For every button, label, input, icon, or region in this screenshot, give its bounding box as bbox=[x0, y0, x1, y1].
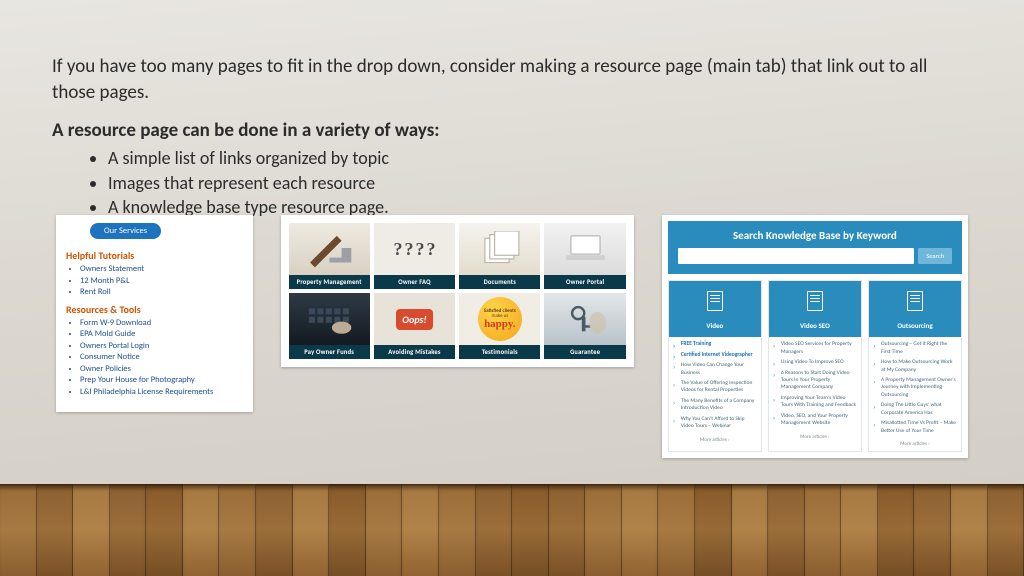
tile-image-documents-icon bbox=[459, 223, 540, 275]
tile: Guarantee bbox=[544, 293, 625, 359]
link-item: EPA Mold Guide bbox=[80, 329, 243, 340]
tile-label: Avoiding Mistakes bbox=[374, 345, 455, 359]
kb-column: Video SEO Video SEO Services for Propert… bbox=[768, 280, 862, 452]
subhead: A resource page can be done in a variety… bbox=[52, 119, 972, 142]
kb-article: Outsourcing – Get it Right the First Tim… bbox=[873, 341, 957, 356]
group-title: Resources & Tools bbox=[66, 303, 243, 316]
tile-grid: Property Management ???? Owner FAQ Docum… bbox=[289, 223, 626, 359]
example-image-tiles: Property Management ???? Owner FAQ Docum… bbox=[281, 215, 634, 367]
link-item: Rent Roll bbox=[80, 287, 243, 298]
kb-article: 6 Reasons to Start Doing Video Tours In … bbox=[773, 370, 857, 392]
tile: Documents bbox=[459, 223, 540, 289]
example-knowledge-base: Search Knowledge Base by Keyword Search … bbox=[662, 215, 968, 458]
document-icon bbox=[707, 291, 723, 311]
kb-column: Video FREE Training Certified Internet V… bbox=[668, 280, 762, 452]
badge-text: happy. bbox=[484, 319, 516, 330]
tile-label: Property Management bbox=[289, 275, 370, 289]
group-list: Form W-9 Download EPA Mold Guide Owners … bbox=[80, 318, 243, 398]
kb-columns: Video FREE Training Certified Internet V… bbox=[668, 280, 962, 452]
tile: Owner Portal bbox=[544, 223, 625, 289]
kb-article-list: FREE Training Certified Internet Videogr… bbox=[673, 341, 757, 430]
link-item: L&I Philadelphia License Requirements bbox=[80, 387, 243, 398]
tile-label: Owner FAQ bbox=[374, 275, 455, 289]
link-item: Owners Statement bbox=[80, 264, 243, 275]
kb-article: A Property Management Owner's Journey wi… bbox=[873, 377, 957, 399]
kb-more: More articles › bbox=[869, 441, 961, 447]
text-block: If you have too many pages to fit in the… bbox=[52, 54, 972, 219]
ways-list: A simple list of links organized by topi… bbox=[108, 146, 972, 219]
kb-article: How to Make Outsourcing Work at My Compa… bbox=[873, 359, 957, 374]
kb-article-list: Outsourcing – Get it Right the First Tim… bbox=[873, 341, 957, 435]
way-item: Images that represent each resource bbox=[108, 171, 972, 195]
kb-col-title: Video bbox=[706, 321, 723, 330]
tile: Pay Owner Funds bbox=[289, 293, 370, 359]
oops-badge: Oops! bbox=[396, 309, 432, 330]
kb-search-input bbox=[678, 248, 915, 264]
tile-image-happy-badge-icon: Satisfied clients make us happy. bbox=[459, 293, 540, 345]
tile-label: Testimonials bbox=[459, 345, 540, 359]
link-item: Consumer Notice bbox=[80, 352, 243, 363]
kb-article: Video, SEO, and Your Property Management… bbox=[773, 413, 857, 428]
kb-col-header: Video SEO bbox=[769, 281, 861, 337]
kb-article: Using Video To Improve SEO bbox=[773, 359, 857, 366]
kb-column: Outsourcing Outsourcing – Get it Right t… bbox=[868, 280, 962, 452]
kb-article: FREE Training bbox=[673, 341, 757, 348]
kb-col-title: Outsourcing bbox=[897, 321, 932, 330]
kb-article: Misallotted Time Vs Profit – Make Better… bbox=[873, 420, 957, 435]
kb-article: Why You Can't Afford to Skip Video Tours… bbox=[673, 416, 757, 431]
kb-search: Search bbox=[678, 248, 952, 264]
kb-article-list: Video SEO Services for Property Managers… bbox=[773, 341, 857, 427]
kb-article: Improving Your Team's Video Tours With T… bbox=[773, 395, 857, 410]
link-item: Prep Your House for Photography bbox=[80, 375, 243, 386]
tile-label: Documents bbox=[459, 275, 540, 289]
slide: If you have too many pages to fit in the… bbox=[0, 0, 1024, 576]
kb-col-header: Video bbox=[669, 281, 761, 337]
kb-col-title: Video SEO bbox=[800, 321, 830, 330]
tile: ???? Owner FAQ bbox=[374, 223, 455, 289]
kb-article: The Many Benefits of a Company Introduct… bbox=[673, 398, 757, 413]
examples-row: Our Services Helpful Tutorials Owners St… bbox=[56, 215, 968, 458]
tile: Satisfied clients make us happy. Testimo… bbox=[459, 293, 540, 359]
tile-image-keyboard-icon bbox=[289, 293, 370, 345]
wood-floor bbox=[0, 484, 1024, 576]
kb-article: Video SEO Services for Property Managers bbox=[773, 341, 857, 356]
tile: Oops! Avoiding Mistakes bbox=[374, 293, 455, 359]
document-icon bbox=[807, 291, 823, 311]
example-link-list: Our Services Helpful Tutorials Owners St… bbox=[56, 215, 253, 412]
link-item: Form W-9 Download bbox=[80, 318, 243, 329]
tile-label: Pay Owner Funds bbox=[289, 345, 370, 359]
kb-more: More articles › bbox=[769, 434, 861, 440]
kb-col-header: Outsourcing bbox=[869, 281, 961, 337]
tile-image-question-icon: ???? bbox=[374, 223, 455, 275]
tile-label: Guarantee bbox=[544, 345, 625, 359]
intro-text: If you have too many pages to fit in the… bbox=[52, 54, 972, 105]
group-list: Owners Statement 12 Month P&L Rent Roll bbox=[80, 264, 243, 298]
tile-image-keys-icon bbox=[544, 293, 625, 345]
link-item: 12 Month P&L bbox=[80, 276, 243, 287]
group-title: Helpful Tutorials bbox=[66, 249, 243, 262]
kb-article: Doing The Little Guys' what Corporate Am… bbox=[873, 402, 957, 417]
link-item: Owner Policies bbox=[80, 364, 243, 375]
tile-image-oops-icon: Oops! bbox=[374, 293, 455, 345]
kb-hero: Search Knowledge Base by Keyword Search bbox=[668, 221, 962, 274]
tile-image-writing-icon bbox=[289, 223, 370, 275]
services-pill: Our Services bbox=[90, 223, 161, 239]
tile: Property Management bbox=[289, 223, 370, 289]
kb-article: Certified Internet Videographer bbox=[673, 352, 757, 359]
tile-label: Owner Portal bbox=[544, 275, 625, 289]
kb-article: The Value of Offering Inspection Videos … bbox=[673, 380, 757, 395]
kb-title: Search Knowledge Base by Keyword bbox=[678, 229, 952, 242]
kb-article: How Video Can Change Your Business bbox=[673, 362, 757, 377]
way-item: A simple list of links organized by topi… bbox=[108, 146, 972, 170]
kb-search-button: Search bbox=[918, 248, 952, 264]
kb-more: More articles › bbox=[669, 437, 761, 443]
link-item: Owners Portal Login bbox=[80, 341, 243, 352]
tile-image-laptop-icon bbox=[544, 223, 625, 275]
document-icon bbox=[907, 291, 923, 311]
